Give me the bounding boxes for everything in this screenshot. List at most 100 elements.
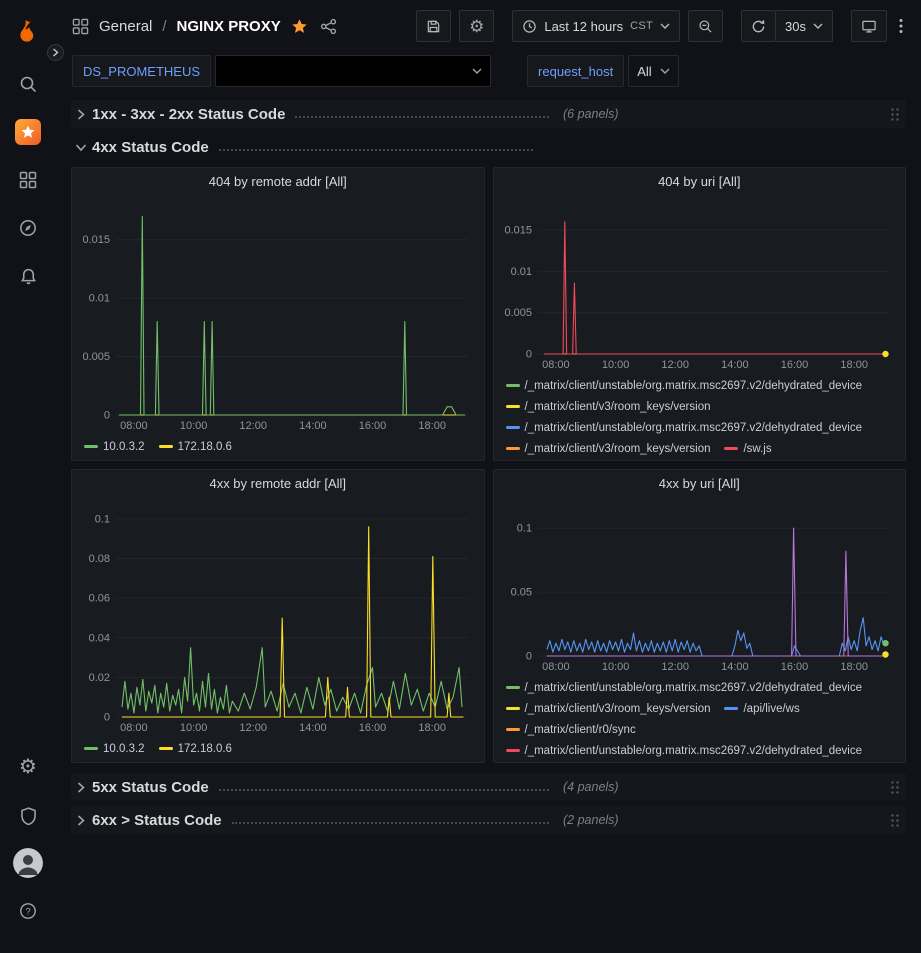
refresh-button[interactable] — [741, 10, 776, 42]
svg-text:08:00: 08:00 — [542, 661, 570, 673]
legend-item[interactable]: /_matrix/client/unstable/org.matrix.msc2… — [506, 380, 863, 392]
legend-row: /_matrix/client/v3/room_keys/version — [506, 396, 898, 417]
svg-text:10:00: 10:00 — [601, 359, 629, 371]
panel-4xx-by-uri: 4xx by uri [All] 00.050.108:0010:0012:00… — [493, 469, 907, 763]
legend-swatch — [159, 747, 173, 750]
panel-4xx-by-remote-addr: 4xx by remote addr [All] 00.020.040.060.… — [71, 469, 485, 763]
legend-item[interactable]: /_matrix/client/unstable/org.matrix.msc2… — [506, 745, 863, 757]
chevron-down-icon — [660, 68, 670, 74]
panel-count: (4 panels) — [563, 780, 619, 794]
dashboards-icon[interactable] — [10, 162, 46, 198]
panel-grid-4xx: 404 by remote addr [All] 00.0050.010.015… — [71, 167, 906, 763]
dotted-leader — [232, 822, 549, 824]
legend-row: /_matrix/client/r0/sync — [506, 719, 898, 740]
svg-text:08:00: 08:00 — [120, 420, 148, 432]
settings-gear-icon[interactable]: ⚙ — [10, 749, 46, 785]
svg-text:16:00: 16:00 — [359, 722, 387, 734]
svg-text:?: ? — [25, 906, 30, 917]
var-datasource-value[interactable] — [215, 55, 491, 87]
breadcrumb-section[interactable]: General — [99, 18, 152, 35]
panel-title[interactable]: 404 by remote addr [All] — [72, 168, 484, 195]
save-button[interactable] — [416, 10, 451, 42]
legend-item[interactable]: /_matrix/client/r0/sync — [506, 724, 636, 736]
legend-item[interactable]: /_matrix/client/unstable/org.matrix.msc2… — [506, 682, 863, 694]
legend-label: /_matrix/client/r0/sync — [525, 724, 636, 736]
chart-4xx-by-uri[interactable]: 00.050.108:0010:0012:0014:0016:0018:00 — [500, 499, 900, 674]
row-1xx-3xx-2xx-status-code[interactable]: 1xx - 3xx - 2xx Status Code (6 panels) — [71, 100, 906, 128]
refresh-interval-dropdown[interactable]: 30s — [776, 10, 833, 42]
svg-text:10:00: 10:00 — [180, 420, 208, 432]
favorite-star-icon[interactable] — [289, 16, 310, 37]
legend-swatch — [506, 686, 520, 689]
panel-title[interactable]: 4xx by uri [All] — [494, 470, 906, 497]
row-4xx-status-code[interactable]: 4xx Status Code — [71, 133, 906, 161]
alerting-bell-icon[interactable] — [10, 258, 46, 294]
svg-text:0.005: 0.005 — [504, 307, 532, 319]
svg-text:0.015: 0.015 — [82, 234, 110, 246]
search-icon[interactable] — [10, 66, 46, 102]
starred-section-icon[interactable] — [10, 114, 46, 150]
legend-label: 10.0.3.2 — [103, 743, 145, 755]
grafana-logo-icon[interactable] — [10, 12, 46, 48]
chevron-right-icon — [77, 782, 85, 793]
legend-item[interactable]: /_matrix/client/v3/room_keys/version — [506, 401, 711, 413]
chevron-right-icon — [77, 109, 85, 120]
help-icon[interactable]: ? — [10, 893, 46, 929]
kebab-menu-icon[interactable] — [895, 10, 907, 42]
user-avatar[interactable] — [10, 845, 46, 881]
legend-swatch — [506, 728, 520, 731]
legend-item[interactable]: 10.0.3.2 — [84, 441, 145, 453]
dashboard-settings-button[interactable]: ⚙ — [459, 10, 494, 42]
time-range-picker[interactable]: Last 12 hours CST — [512, 10, 680, 42]
legend-swatch — [506, 405, 520, 408]
svg-text:14:00: 14:00 — [299, 420, 327, 432]
chart-svg: 00.020.040.060.080.108:0010:0012:0014:00… — [78, 499, 478, 735]
legend-item[interactable]: /_matrix/client/unstable/org.matrix.msc2… — [506, 422, 863, 434]
admin-shield-icon[interactable] — [10, 797, 46, 833]
panel-title[interactable]: 4xx by remote addr [All] — [72, 470, 484, 497]
refresh-icon — [751, 19, 766, 34]
legend-item[interactable]: /api/live/ws — [724, 703, 799, 715]
explore-compass-icon[interactable] — [10, 210, 46, 246]
var-datasource-label[interactable]: DS_PROMETHEUS — [72, 55, 211, 87]
panel-title[interactable]: 404 by uri [All] — [494, 168, 906, 195]
legend-item[interactable]: /_matrix/client/v3/room_keys/version — [506, 703, 711, 715]
tv-mode-button[interactable] — [851, 10, 887, 42]
row-6xx-status-code[interactable]: 6xx > Status Code (2 panels) — [71, 806, 906, 834]
var-request-host-label[interactable]: request_host — [527, 55, 624, 87]
legend-item[interactable]: 172.18.0.6 — [159, 441, 232, 453]
row-5xx-status-code[interactable]: 5xx Status Code (4 panels) — [71, 773, 906, 801]
grafana-flame — [14, 16, 42, 44]
legend-item[interactable]: 10.0.3.2 — [84, 743, 145, 755]
dashboard-title[interactable]: NGINX PROXY — [177, 18, 281, 35]
svg-text:0: 0 — [104, 410, 110, 422]
legend-item[interactable]: 172.18.0.6 — [159, 743, 232, 755]
svg-text:08:00: 08:00 — [120, 722, 148, 734]
chart-404-by-remote-addr[interactable]: 00.0050.010.01508:0010:0012:0014:0016:00… — [78, 197, 478, 433]
svg-text:14:00: 14:00 — [299, 722, 327, 734]
var-request-host-value[interactable]: All — [628, 55, 678, 87]
drag-handle-icon[interactable] — [890, 780, 900, 794]
sidebar-expand-icon[interactable] — [47, 44, 64, 61]
request-host-selected: All — [637, 64, 651, 79]
svg-text:18:00: 18:00 — [418, 420, 446, 432]
svg-text:10:00: 10:00 — [601, 661, 629, 673]
row-title: 4xx Status Code — [92, 139, 209, 156]
drag-handle-icon[interactable] — [890, 813, 900, 827]
share-icon[interactable] — [318, 16, 339, 37]
svg-text:0.08: 0.08 — [89, 553, 110, 565]
zoom-out-button[interactable] — [688, 10, 723, 42]
svg-text:10:00: 10:00 — [180, 722, 208, 734]
panel-404-by-remote-addr: 404 by remote addr [All] 00.0050.010.015… — [71, 167, 485, 461]
chart-404-by-uri[interactable]: 00.0050.010.01508:0010:0012:0014:0016:00… — [500, 197, 900, 372]
row-title: 1xx - 3xx - 2xx Status Code — [92, 106, 285, 123]
apps-grid-icon[interactable] — [70, 16, 91, 37]
chart-4xx-by-remote-addr[interactable]: 00.020.040.060.080.108:0010:0012:0014:00… — [78, 499, 478, 735]
legend-item[interactable]: /sw.js — [724, 443, 771, 455]
drag-handle-icon[interactable] — [890, 107, 900, 121]
legend-row: /_matrix/client/v3/room_keys/version/sw.… — [506, 438, 898, 459]
legend-item[interactable]: /_matrix/client/v3/room_keys/version — [506, 443, 711, 455]
chart-legend: /_matrix/client/unstable/org.matrix.msc2… — [494, 372, 906, 460]
legend-swatch — [84, 445, 98, 448]
svg-text:0: 0 — [525, 349, 531, 361]
